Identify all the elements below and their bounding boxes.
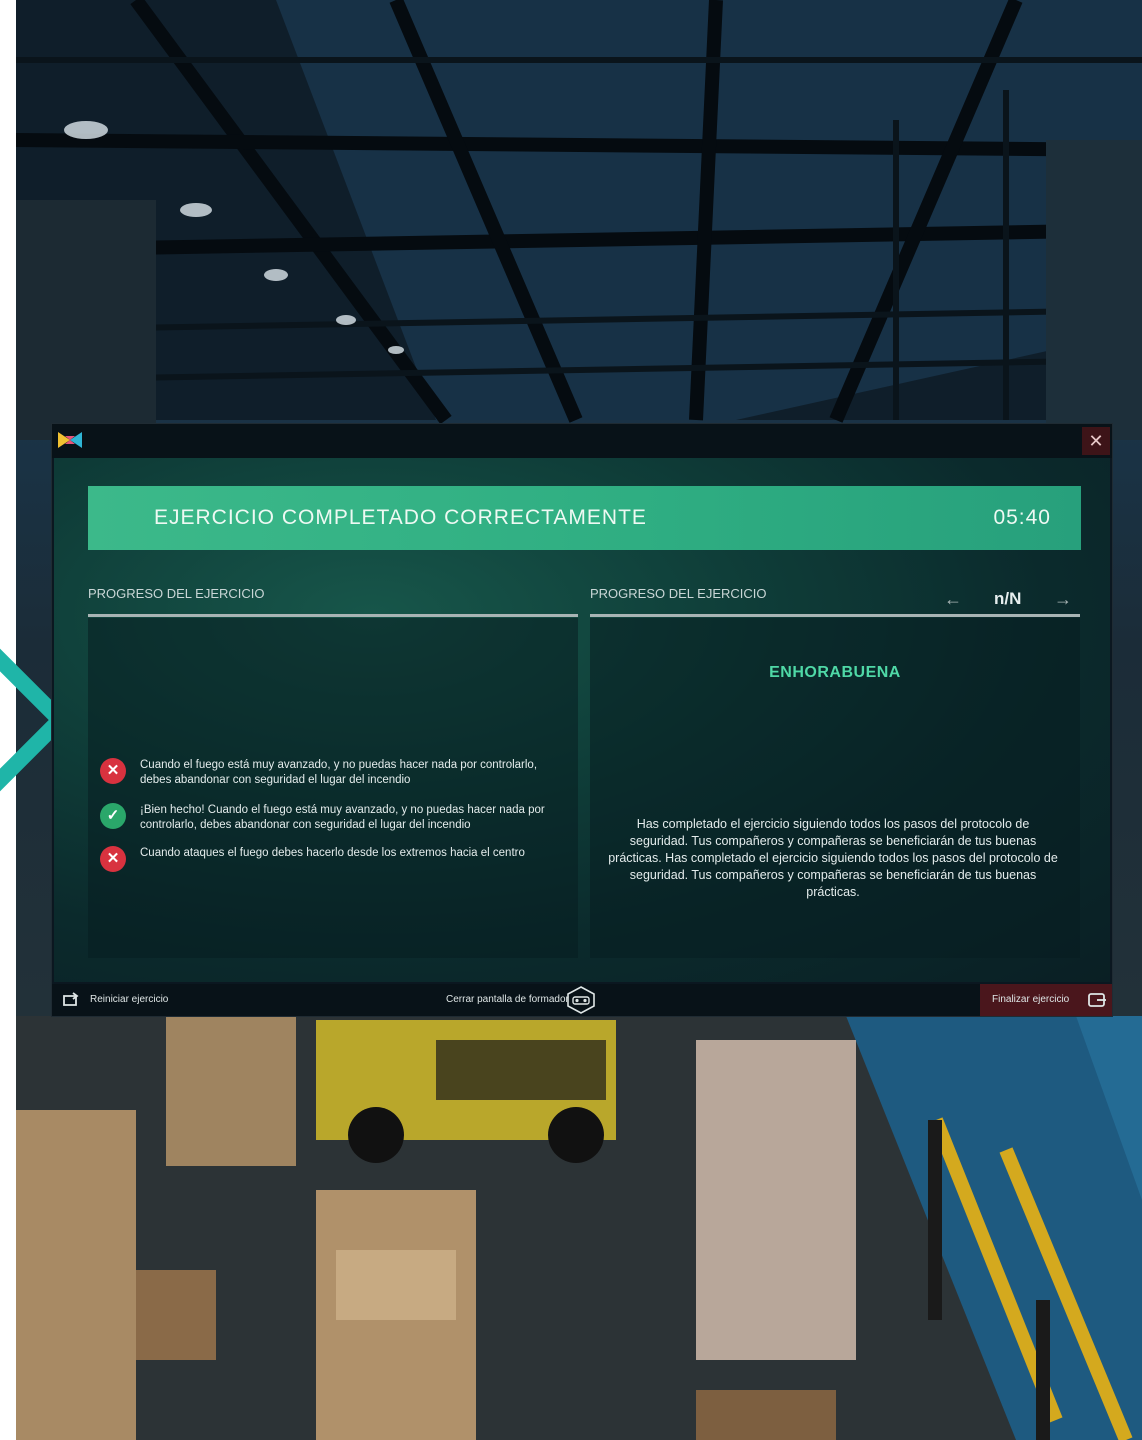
congrats-message: Has completado el ejercicio siguiendo to…: [608, 817, 1058, 899]
progress-list-panel: [88, 618, 578, 958]
vr-headset-icon: [567, 986, 595, 1014]
arrow-left-icon[interactable]: ←: [944, 589, 962, 610]
progress-heading-right: PROGRESO DEL EJERCICIO: [590, 586, 767, 601]
restart-button[interactable]: Reiniciar ejercicio: [52, 984, 182, 1016]
error-icon: ✕: [100, 846, 126, 872]
progress-heading-left: PROGRESO DEL EJERCICIO: [88, 586, 265, 601]
dialog-footer: Reiniciar ejercicio Cerrar pantalla de f…: [52, 984, 1112, 1016]
congrats-title: ENHORABUENA: [769, 664, 901, 681]
dialog-body: EJERCICIO COMPLETADO CORRECTAMENTE 05:40…: [54, 458, 1110, 982]
close-trainer-label: Cerrar pantalla de formador: [446, 994, 569, 1005]
exit-icon: [1088, 993, 1106, 1007]
finish-exercise-button[interactable]: Finalizar ejercicio: [980, 984, 1112, 1016]
result-banner: EJERCICIO COMPLETADO CORRECTAMENTE 05:40: [88, 486, 1081, 550]
divider-left: [88, 614, 578, 617]
arrow-right-icon[interactable]: →: [1054, 589, 1072, 610]
elapsed-time: 05:40: [993, 506, 1051, 529]
exercise-result-dialog: ✕ EJERCICIO COMPLETADO CORRECTAMENTE 05:…: [52, 424, 1112, 1016]
list-item-text: ¡Bien hecho! Cuando el fuego está muy av…: [140, 804, 545, 831]
dialog-titlebar: ✕: [52, 424, 1112, 458]
page-indicator: n/N: [994, 589, 1022, 608]
restart-label: Reiniciar ejercicio: [90, 994, 169, 1005]
list-item-text: Cuando el fuego está muy avanzado, y no …: [140, 759, 538, 786]
check-icon: ✓: [100, 803, 126, 829]
finish-label: Finalizar ejercicio: [992, 994, 1070, 1005]
list-item-text: Cuando ataques el fuego debes hacerlo de…: [140, 847, 525, 859]
close-icon[interactable]: ✕: [1082, 427, 1110, 455]
restart-icon: [63, 992, 79, 1006]
error-icon: ✕: [100, 758, 126, 784]
close-trainer-screen-button[interactable]: Cerrar pantalla de formador: [442, 984, 602, 1016]
app-logo-icon: [56, 430, 84, 450]
divider-right: [590, 614, 1080, 617]
result-title: EJERCICIO COMPLETADO CORRECTAMENTE: [154, 506, 647, 529]
